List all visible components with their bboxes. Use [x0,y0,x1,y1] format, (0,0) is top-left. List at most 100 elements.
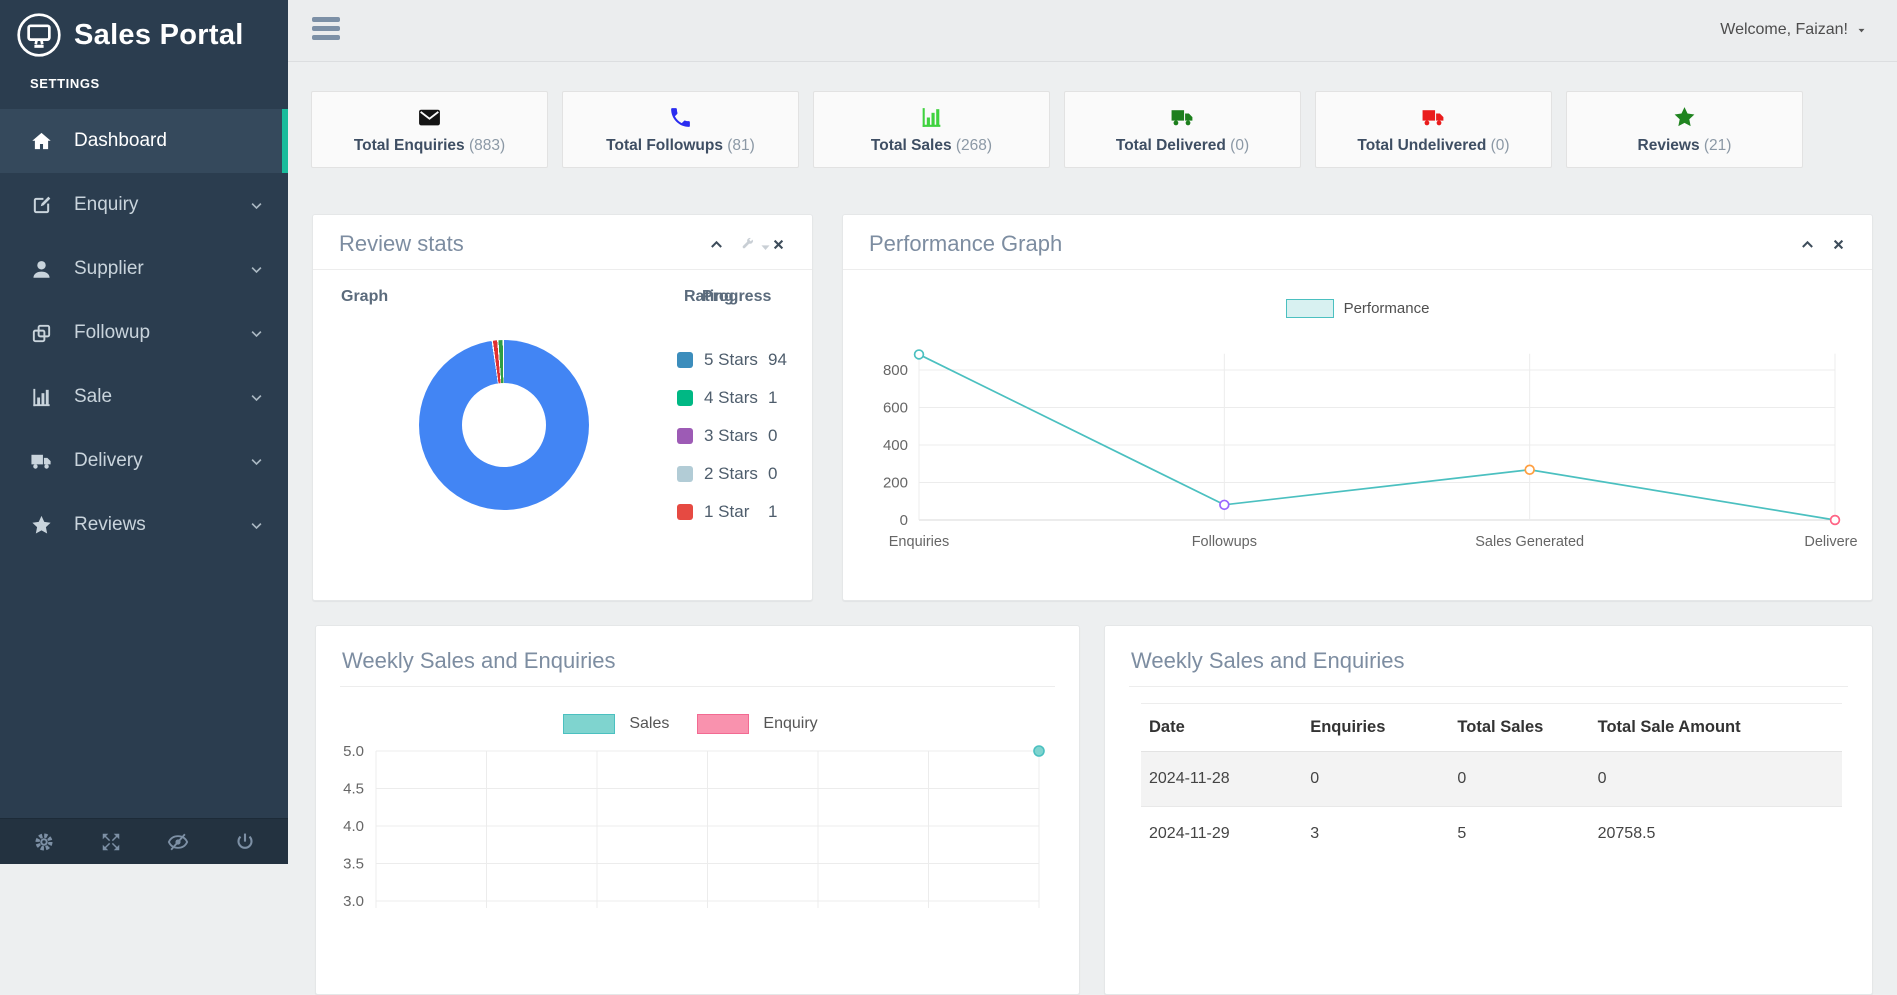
stat-card-total-delivered[interactable]: Total Delivered (0) [1064,91,1301,168]
sidebar-item-sale[interactable]: Sale [0,365,288,429]
legend-swatch [677,390,693,406]
stat-label: Total Followups [606,137,723,154]
sidebar-item-delivery[interactable]: Delivery [0,429,288,493]
legend-swatch [677,428,693,444]
svg-text:4.0: 4.0 [343,818,364,835]
review-legend-item: 1 Star1 [677,503,787,521]
star-icon [30,513,58,537]
phone-icon [667,105,694,130]
legend-swatch [677,466,693,482]
sidebar-item-followup[interactable]: Followup [0,301,288,365]
svg-text:3.0: 3.0 [343,893,364,908]
truck-icon [1420,105,1447,130]
review-columns-header: Graph Rating Progress [313,282,812,318]
review-legend: 5 Stars944 Stars13 Stars02 Stars01 Star1 [677,351,787,521]
legend-label: 1 Star [704,502,768,522]
table-cell: 5 [1449,807,1589,862]
table-cell: 2024-11-28 [1141,752,1302,807]
sidebar-item-label: Dashboard [74,130,167,152]
panel-title: Weekly Sales and Enquiries [1131,648,1405,674]
legend-value: 1 [768,388,777,408]
sidebar-item-label: Reviews [74,514,146,536]
stat-card-total-enquiries[interactable]: Total Enquiries (883) [311,91,548,168]
sidebar-footer [0,818,288,864]
stat-label: Total Delivered [1116,137,1226,154]
stat-card-total-followups[interactable]: Total Followups (81) [562,91,799,168]
close-button[interactable] [1831,237,1846,252]
svg-text:Delivered: Delivered [1804,534,1857,550]
chevron-down-icon [249,326,264,341]
sidebar-item-enquiry[interactable]: Enquiry [0,173,288,237]
review-legend-item: 4 Stars1 [677,389,787,407]
legend-label: 4 Stars [704,388,768,408]
svg-text:0: 0 [900,512,908,529]
performance-legend: Performance [843,299,1872,318]
stat-count: (0) [1486,137,1509,154]
sidebar-item-label: Sale [74,386,112,408]
expand-icon[interactable] [100,831,122,853]
topbar: Welcome, Faizan! [288,0,1897,62]
stat-label: Total Enquiries [354,137,465,154]
stat-count: (21) [1700,137,1732,154]
svg-text:Enquiries: Enquiries [889,534,949,550]
stat-label: Total Sales [871,137,952,154]
legend-value: 94 [768,350,787,370]
truck-icon [1169,105,1196,130]
chevron-down-icon [249,390,264,405]
close-button[interactable] [771,237,786,252]
table-cell: 0 [1449,752,1589,807]
column-progress: Progress [702,288,771,306]
power-icon[interactable] [234,831,256,853]
hamburger-menu-icon[interactable] [312,17,340,44]
gear-icon[interactable] [33,831,55,853]
brand-title: Sales Portal [74,19,244,52]
sidebar-item-label: Followup [74,322,150,344]
settings-section-label: SETTINGS [0,60,288,103]
panel-title: Review stats [339,231,464,257]
legend-value: 1 [768,502,777,522]
review-legend-item: 2 Stars0 [677,465,787,483]
svg-text:3.5: 3.5 [343,856,364,873]
sidebar-item-dashboard[interactable]: Dashboard [0,109,288,173]
stat-label: Reviews [1638,137,1700,154]
envelope-icon [416,105,443,130]
stat-card-reviews[interactable]: Reviews (21) [1566,91,1803,168]
collapse-button[interactable] [1800,237,1815,252]
user-dropdown[interactable]: Welcome, Faizan! [1720,21,1867,39]
table-row: 2024-11-293520758.5 [1141,807,1842,862]
collapse-button[interactable] [709,237,724,252]
table-column-header: Enquiries [1302,704,1449,752]
sidebar-item-supplier[interactable]: Supplier [0,237,288,301]
svg-text:200: 200 [883,475,908,492]
welcome-text: Welcome, Faizan! [1720,21,1848,39]
stat-label: Total Undelivered [1357,137,1486,154]
svg-text:Followups: Followups [1192,534,1257,550]
settings-wrench-button[interactable] [740,237,755,252]
performance-panel: Performance Graph Performance 0200400600… [842,214,1873,601]
legend-swatch [1286,299,1334,318]
edit-icon [30,193,58,217]
svg-text:400: 400 [883,437,908,454]
stat-text: Reviews (21) [1638,137,1732,155]
legend-swatch [677,352,693,368]
stat-card-total-sales[interactable]: Total Sales (268) [813,91,1050,168]
eye-slash-icon[interactable] [167,831,189,853]
weekly-sales-chart: 5.04.54.03.53.0 [316,728,1081,908]
weekly-sales-table: DateEnquiriesTotal SalesTotal Sale Amoun… [1141,703,1842,861]
clone-icon [30,321,58,345]
caret-down-icon [1856,25,1867,36]
weekly-chart-panel: Weekly Sales and Enquiries Sales Enquiry… [315,625,1080,995]
review-legend-item: 3 Stars0 [677,427,787,445]
sidebar-item-reviews[interactable]: Reviews [0,493,288,557]
review-donut-chart [419,340,589,510]
bar-chart-icon [30,385,58,409]
stat-text: Total Followups (81) [606,137,755,155]
svg-text:5.0: 5.0 [343,743,364,760]
stat-text: Total Undelivered (0) [1357,137,1509,155]
stats-row: Total Enquiries (883) Total Followups (81… [311,91,1803,168]
legend-label: 5 Stars [704,350,768,370]
panel-title: Weekly Sales and Enquiries [342,648,616,674]
wrench-icon [740,237,755,252]
stat-card-total-undelivered[interactable]: Total Undelivered (0) [1315,91,1552,168]
sidebar-menu: Dashboard EnquirySupplier Followup Sale Deli… [0,109,288,557]
